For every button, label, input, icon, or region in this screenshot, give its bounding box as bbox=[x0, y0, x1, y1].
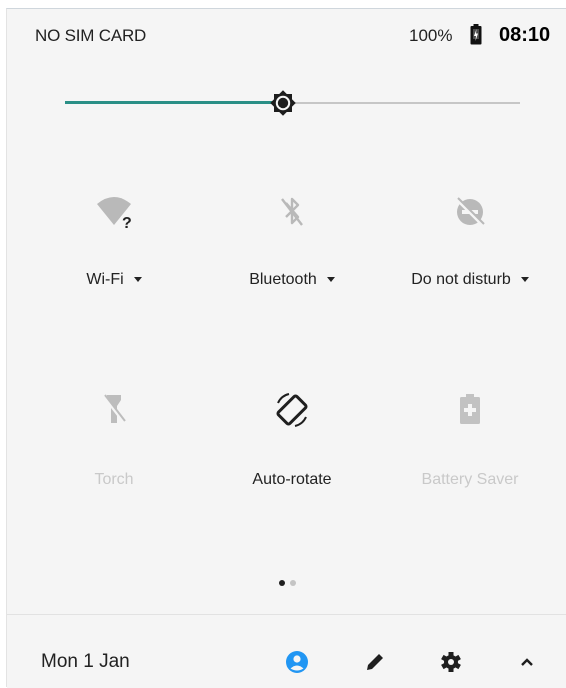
battery-saver-icon[interactable] bbox=[458, 391, 482, 427]
battery-icon bbox=[470, 24, 482, 45]
quick-settings-panel: NO SIM CARD 100% 08:10 ? Wi-Fi Bluetooth… bbox=[6, 8, 566, 688]
svg-text:?: ? bbox=[122, 215, 132, 230]
auto-rotate-icon[interactable] bbox=[273, 391, 311, 429]
brightness-fill bbox=[65, 101, 284, 104]
collapse-icon[interactable] bbox=[515, 650, 539, 674]
tile-torch-label[interactable]: Torch bbox=[29, 471, 199, 489]
do-not-disturb-off-icon[interactable] bbox=[452, 194, 488, 230]
carrier-status: NO SIM CARD bbox=[35, 26, 147, 45]
quick-settings-footer: Mon 1 Jan bbox=[7, 614, 566, 688]
dnd-dropdown-icon[interactable] bbox=[520, 277, 529, 283]
tile-battery-saver-label[interactable]: Battery Saver bbox=[385, 471, 555, 489]
tile-wifi-label[interactable]: Wi-Fi bbox=[29, 271, 199, 289]
page-dot-active bbox=[279, 580, 285, 586]
settings-icon[interactable] bbox=[439, 650, 463, 674]
edit-icon[interactable] bbox=[363, 650, 387, 674]
bluetooth-dropdown-icon[interactable] bbox=[326, 277, 335, 283]
tile-rotate-label[interactable]: Auto-rotate bbox=[207, 471, 377, 489]
tile-do-not-disturb[interactable]: Do not disturb bbox=[385, 194, 555, 294]
clock: 08:10 bbox=[499, 24, 551, 46]
wifi-unknown-icon[interactable]: ? bbox=[94, 194, 134, 230]
user-icon[interactable] bbox=[285, 650, 309, 674]
tile-battery-saver[interactable]: Battery Saver bbox=[385, 391, 555, 491]
page-indicator bbox=[279, 573, 301, 591]
brightness-slider[interactable] bbox=[65, 89, 520, 119]
wifi-dropdown-icon[interactable] bbox=[133, 277, 142, 283]
brightness-icon[interactable] bbox=[264, 84, 302, 122]
tile-auto-rotate[interactable]: Auto-rotate bbox=[207, 391, 377, 491]
status-bar: NO SIM CARD 100% 08:10 bbox=[7, 9, 566, 59]
tile-dnd-label[interactable]: Do not disturb bbox=[385, 271, 555, 289]
tile-torch[interactable]: Torch bbox=[29, 391, 199, 491]
tile-bluetooth-label[interactable]: Bluetooth bbox=[207, 271, 377, 289]
tile-wifi[interactable]: ? Wi-Fi bbox=[29, 194, 199, 294]
date-label: Mon 1 Jan bbox=[41, 651, 130, 672]
tile-bluetooth[interactable]: Bluetooth bbox=[207, 194, 377, 294]
page-dot bbox=[290, 580, 296, 586]
torch-icon[interactable] bbox=[99, 391, 129, 427]
battery-percent: 100% bbox=[409, 26, 453, 45]
bluetooth-off-icon[interactable] bbox=[277, 194, 307, 230]
